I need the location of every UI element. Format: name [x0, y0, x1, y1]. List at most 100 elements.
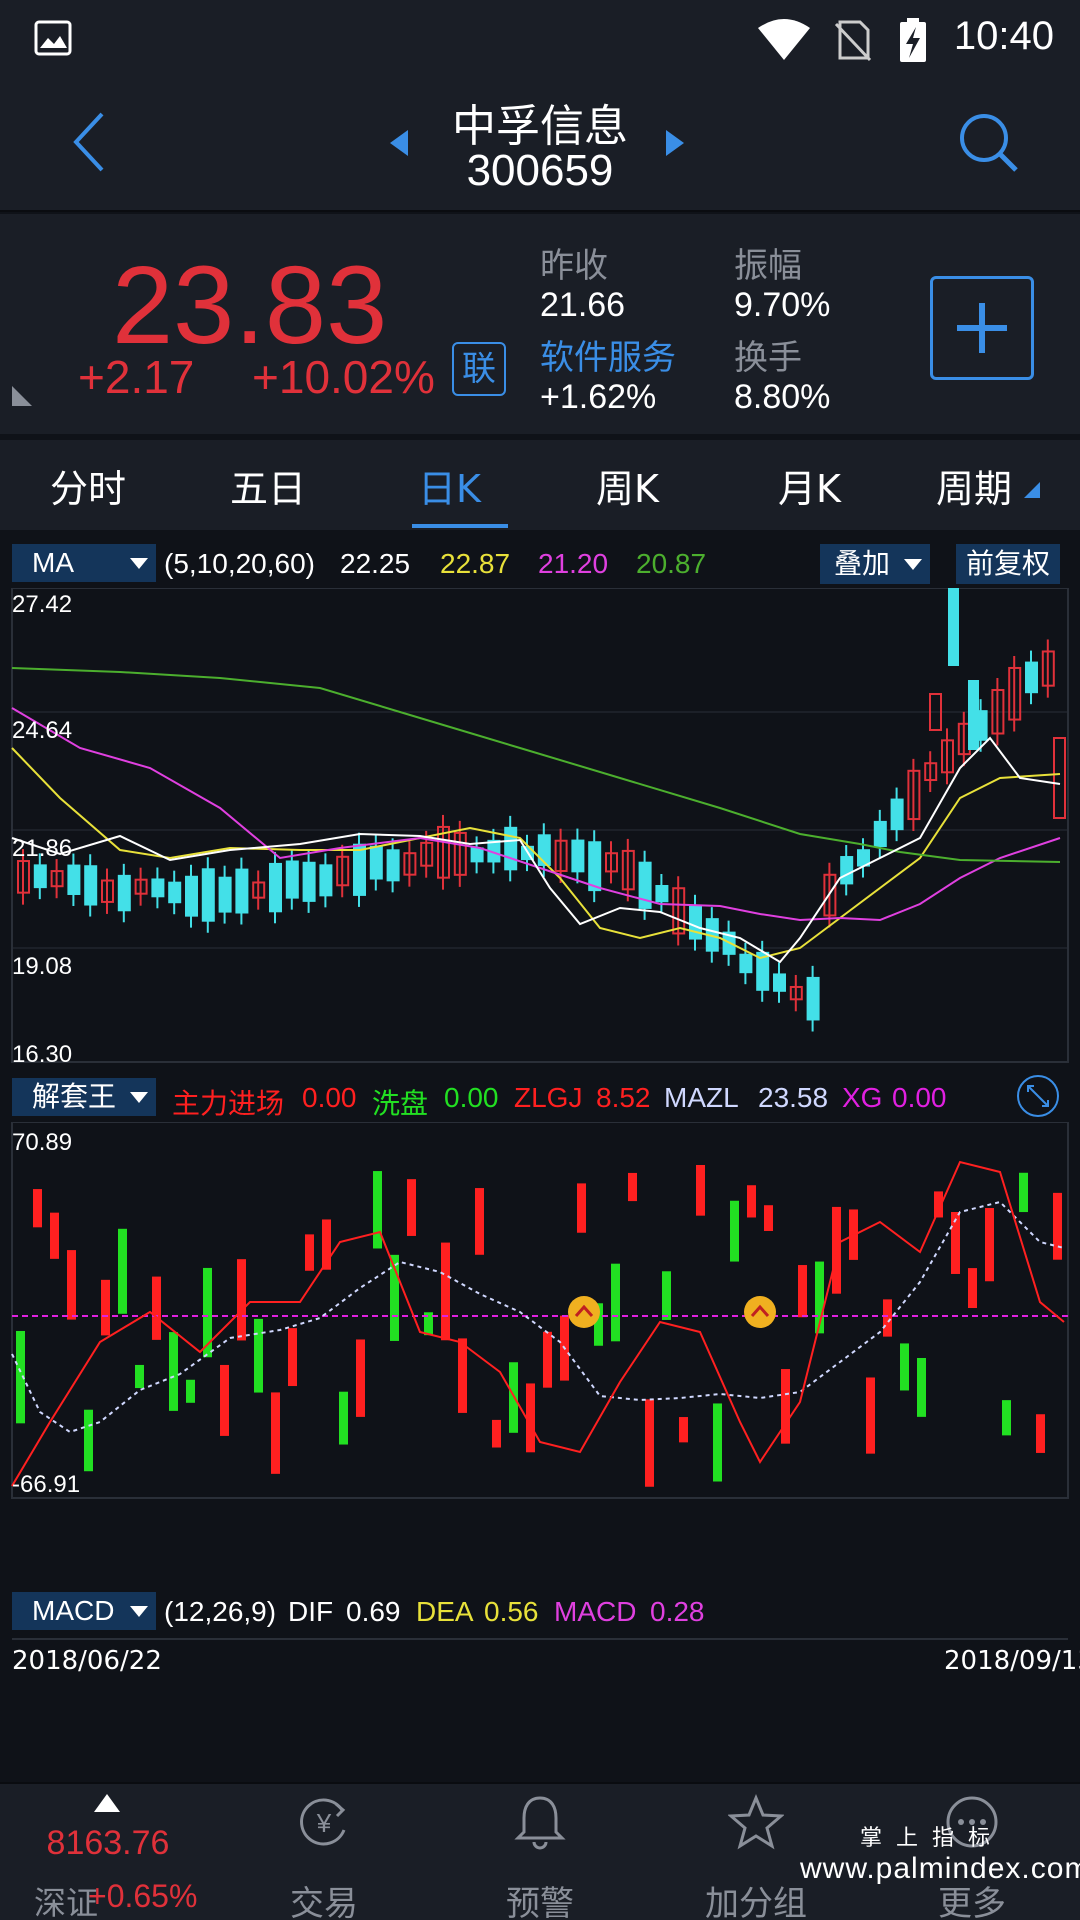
macd-selector[interactable]: MACD	[12, 1592, 156, 1630]
tab-period[interactable]: 周期	[936, 458, 1012, 513]
ma5-value: 22.25	[340, 548, 411, 579]
wash-bar	[1019, 1172, 1028, 1213]
candle	[1053, 737, 1066, 819]
ma-selector[interactable]: MA	[12, 544, 156, 582]
tab-five-day[interactable]: 五日	[230, 458, 306, 513]
macd-params: (12,26,9)	[164, 1596, 277, 1627]
index-ticker[interactable]: 8163.76 深证 +0.65%	[0, 1784, 216, 1920]
zlgj-line	[11, 1160, 1065, 1487]
main-force-bar	[798, 1265, 807, 1318]
main-force-bar	[50, 1212, 59, 1259]
zljc-label: 主力进场	[172, 1088, 285, 1119]
tab-intraday[interactable]: 分时	[50, 458, 126, 513]
triangle-up-icon	[94, 1794, 120, 1812]
status-bar: 10:40	[0, 0, 1080, 80]
macd-legend: MACD (12,26,9) DIF 0.69 DEA 0.56 MACD 0.…	[0, 1588, 1080, 1632]
active-tab-indicator	[412, 524, 508, 528]
stock-code: 300659	[466, 146, 614, 195]
main-force-bar	[288, 1328, 297, 1387]
indicator-selector-label: 解套王	[32, 1081, 117, 1112]
candle	[840, 856, 854, 885]
main-force-bar	[101, 1279, 110, 1336]
amplitude-label: 振幅	[734, 246, 802, 286]
nav-alert[interactable]: 预警	[432, 1784, 648, 1920]
adjust-button[interactable]: 前复权	[956, 544, 1061, 584]
ma-params: (5,10,20,60)	[164, 548, 315, 579]
main-force-bar	[1036, 1414, 1045, 1453]
wash-bar	[713, 1403, 722, 1482]
wash-bar	[169, 1332, 178, 1411]
main-force-bar	[356, 1339, 365, 1417]
candle	[1025, 661, 1038, 694]
dif-value: 0.69	[346, 1596, 401, 1627]
main-force-bar	[832, 1206, 841, 1294]
index-value: 8163.76	[46, 1824, 170, 1862]
indicator-chart[interactable]: 70.89 -66.91	[0, 1122, 1080, 1502]
candle	[806, 976, 820, 1021]
nav-trade[interactable]: ¥ 交易	[216, 1784, 432, 1920]
overlay-button-label: 叠加	[834, 548, 891, 579]
tab-weekly-k[interactable]: 周K	[596, 458, 659, 513]
main-force-bar	[305, 1234, 314, 1271]
buy-signal-icon	[744, 1296, 776, 1328]
watermark-url: www.palmindex.com	[800, 1852, 1080, 1885]
search-icon[interactable]	[956, 110, 1022, 176]
bell-icon	[514, 1796, 566, 1850]
candle	[353, 843, 366, 896]
sector-label[interactable]: 软件服务	[540, 330, 676, 379]
main-force-bar	[764, 1205, 773, 1231]
ma10-value: 22.87	[440, 548, 511, 579]
main-force-bar	[237, 1259, 246, 1341]
candle	[218, 876, 232, 913]
watermark-title: 掌上指标	[860, 1826, 1005, 1851]
candle	[504, 826, 518, 871]
tab-daily-k[interactable]: 日K	[418, 458, 481, 513]
main-force-bar	[679, 1417, 688, 1443]
xipan-value: 0.00	[444, 1082, 499, 1113]
main-force-bar	[883, 1299, 892, 1337]
wash-bar	[662, 1271, 671, 1320]
dea-label: DEA	[416, 1596, 474, 1627]
macd-label: MACD	[554, 1596, 637, 1627]
candle	[269, 862, 282, 913]
main-force-bar	[577, 1183, 586, 1233]
battery-charging-icon	[900, 18, 926, 62]
lian-badge[interactable]: 联	[452, 342, 506, 396]
no-sim-icon	[834, 20, 872, 62]
wash-bar	[84, 1409, 93, 1472]
prev-close-label: 昨收	[540, 246, 608, 286]
xg-value: 0.00	[892, 1082, 947, 1113]
svg-text:¥: ¥	[316, 1808, 332, 1838]
candle	[33, 864, 47, 889]
wash-bar	[373, 1171, 382, 1249]
period-dropdown-icon	[1024, 482, 1040, 498]
xipan-label: 洗盘	[372, 1088, 429, 1119]
chevron-down-icon	[130, 558, 148, 569]
main-force-bar	[1053, 1192, 1062, 1260]
overlay-button[interactable]: 叠加	[820, 544, 930, 584]
dif-label: DIF	[288, 1596, 334, 1627]
candle	[201, 868, 215, 922]
main-force-bar	[407, 1179, 416, 1236]
next-stock-icon[interactable]	[664, 128, 686, 158]
main-force-bar	[866, 1377, 875, 1454]
y-tick-label: 27.42	[12, 591, 72, 618]
candle	[655, 884, 669, 903]
main-force-bar	[271, 1392, 280, 1474]
clock: 10:40	[953, 14, 1054, 58]
indicator-selector[interactable]: 解套王	[12, 1078, 156, 1116]
candle	[739, 953, 753, 974]
expand-icon[interactable]	[1016, 1074, 1060, 1118]
main-force-bar	[33, 1189, 42, 1228]
kline-chart[interactable]: 27.42 24.64 21.86 19.08 16.30	[0, 588, 1080, 1068]
tab-monthly-k[interactable]: 月K	[778, 458, 841, 513]
price-change: +2.17	[78, 351, 195, 403]
turnover-label: 换手	[734, 338, 802, 378]
main-force-bar	[152, 1276, 161, 1340]
xg-label: XG	[842, 1082, 883, 1113]
add-to-watchlist-button[interactable]	[930, 276, 1034, 380]
turnover-value: 8.80%	[734, 378, 831, 416]
divider	[12, 1638, 1068, 1640]
y-tick-label: 19.08	[12, 953, 72, 980]
ma60-value: 20.87	[636, 548, 707, 579]
